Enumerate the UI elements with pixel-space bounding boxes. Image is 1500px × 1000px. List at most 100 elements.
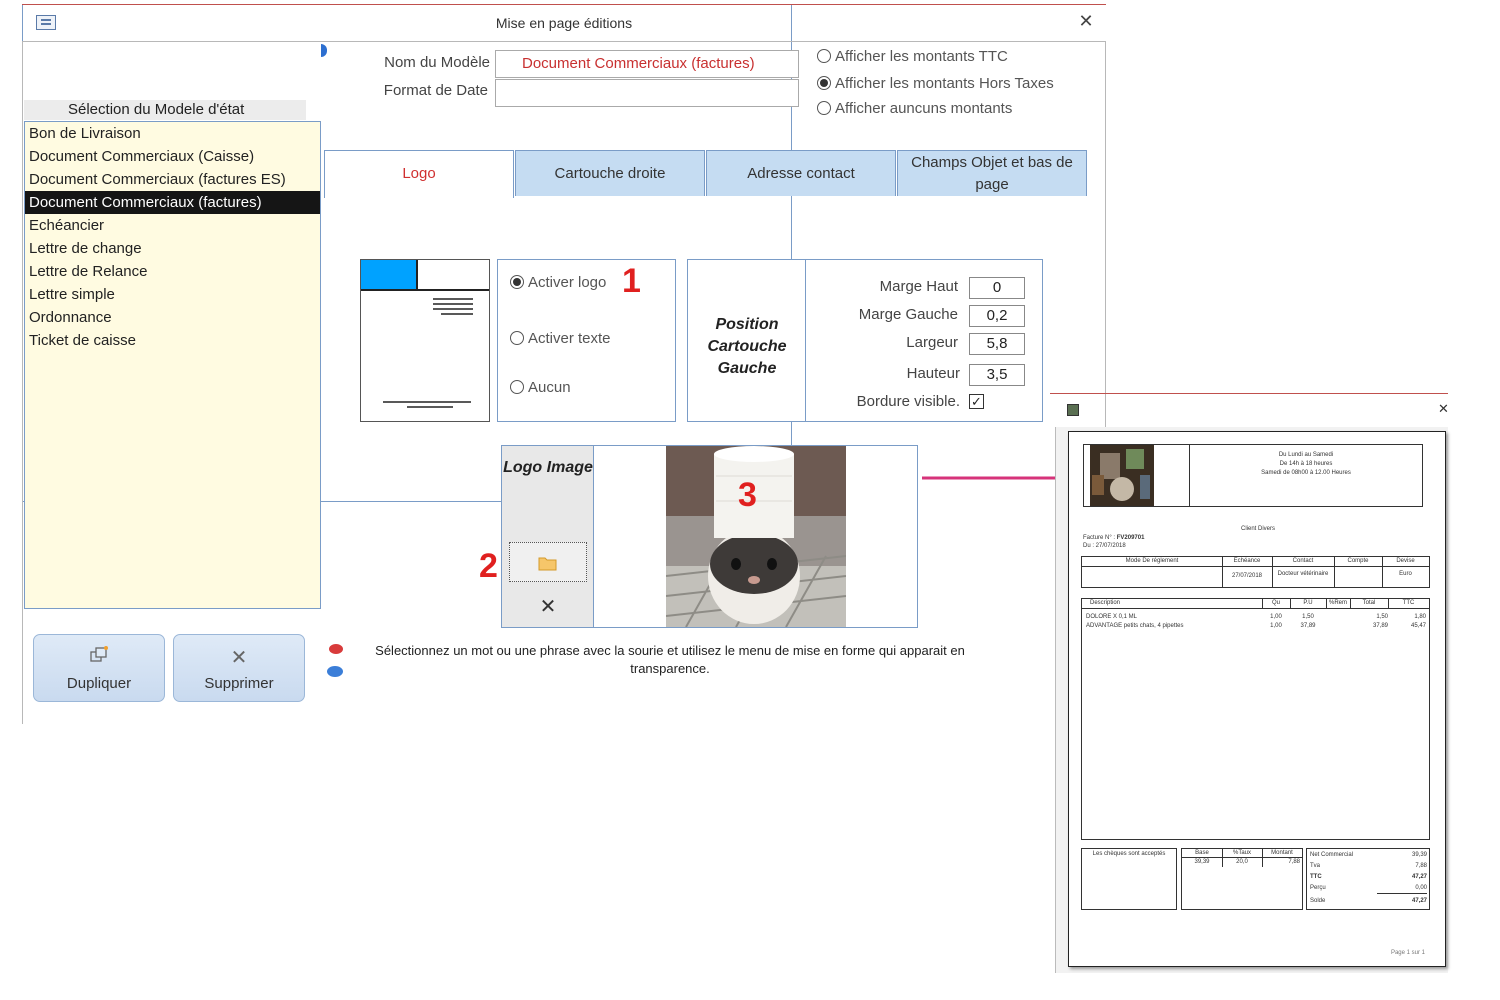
- list-item[interactable]: Lettre simple: [25, 283, 320, 306]
- option-none[interactable]: Aucun: [510, 379, 571, 396]
- tab-logo[interactable]: Logo: [324, 150, 514, 198]
- table-header: Description: [1090, 600, 1121, 606]
- list-item[interactable]: Lettre de Relance: [25, 260, 320, 283]
- radio-icon: [510, 380, 524, 394]
- rabbit-photo: [666, 446, 846, 627]
- tab-object-footer[interactable]: Champs Objet et bas de page: [897, 150, 1087, 196]
- table-cell: DOLORE X 0,1 ML: [1086, 614, 1138, 620]
- delete-button[interactable]: ✕ Supprimer: [173, 634, 305, 702]
- table-cell: 37,89: [1300, 623, 1316, 629]
- amount-option-ht[interactable]: Afficher les montants Hors Taxes: [817, 75, 1054, 92]
- list-item[interactable]: Echéancier: [25, 214, 320, 237]
- cheques-note: Les chèques sont acceptés: [1092, 851, 1166, 857]
- main-window: Mise en page éditions ✕ Sélection du Mod…: [22, 4, 1106, 724]
- amount-option-none[interactable]: Afficher auncuns montants: [817, 100, 1012, 117]
- list-item[interactable]: Ordonnance: [25, 306, 320, 329]
- table-header: Devise: [1396, 558, 1415, 564]
- comment-blue-icon: [327, 666, 343, 677]
- table-header: Mode De réglement: [1125, 558, 1179, 564]
- radio-checked-icon: [817, 76, 831, 90]
- list-item[interactable]: Document Commerciaux (factures ES): [25, 168, 320, 191]
- hours-line-2: De 14h à 18 heures: [1279, 461, 1333, 467]
- total-value: 39,39: [1411, 852, 1427, 858]
- total-value: 47,27: [1411, 874, 1427, 880]
- list-item[interactable]: Lettre de change: [25, 237, 320, 260]
- client-name: Client Divers: [1240, 526, 1275, 532]
- table-header: %Rem: [1328, 600, 1347, 606]
- clear-image-button[interactable]: ✕: [502, 594, 594, 619]
- preview-top-line: [1050, 393, 1448, 394]
- annotation-1: 1: [622, 262, 641, 300]
- page-footer: Page 1 sur 1: [1390, 950, 1425, 956]
- date-format-input[interactable]: [495, 79, 799, 107]
- margin-left-input[interactable]: 0,2: [969, 305, 1025, 327]
- logo-options-group: Activer logo Activer texte Aucun 1: [497, 259, 676, 422]
- vat-header: Base: [1195, 850, 1209, 856]
- border-visible-checkbox[interactable]: ✓: [969, 394, 984, 409]
- table-cell: 37,89: [1372, 623, 1388, 629]
- radio-icon: [510, 331, 524, 345]
- preview-close-button[interactable]: ✕: [1438, 401, 1449, 417]
- option-enable-logo[interactable]: Activer logo: [510, 274, 606, 291]
- list-item[interactable]: Ticket de caisse: [25, 329, 320, 352]
- list-item[interactable]: Document Commerciaux (Caisse): [25, 145, 320, 168]
- table-cell: 1,50: [1302, 614, 1314, 620]
- logo-image-label: Logo Image: [503, 459, 593, 476]
- model-name-input[interactable]: Document Commerciaux (factures): [495, 50, 799, 78]
- list-item[interactable]: Bon de Livraison: [25, 122, 320, 145]
- vat-cell: 20,0: [1236, 859, 1248, 865]
- table-cell: 45,47: [1410, 623, 1426, 629]
- tab-right-cartridge[interactable]: Cartouche droite: [515, 150, 705, 196]
- divider: [805, 260, 806, 421]
- table-header: Qu: [1271, 600, 1280, 606]
- print-preview-window: ✕ Du Lundi au Samedi De 14h à 18 heures …: [1050, 393, 1449, 973]
- margin-top-input[interactable]: 0: [969, 277, 1025, 299]
- amount-option-ttc[interactable]: Afficher les montants TTC: [817, 48, 1008, 65]
- hours-line-3: Samedi de 08h00 à 12.00 Heures: [1261, 470, 1351, 476]
- delete-label: Supprimer: [204, 675, 274, 692]
- total-value: 7,88: [1415, 863, 1427, 869]
- border-visible-label: Bordure visible.: [856, 393, 960, 410]
- logo-image-sidebar: Logo Image ✕: [502, 446, 594, 627]
- browse-button[interactable]: [509, 542, 587, 582]
- table-header: P.U: [1303, 600, 1313, 606]
- height-input[interactable]: 3,5: [969, 364, 1025, 386]
- model-list[interactable]: Bon de Livraison Document Commerciaux (C…: [24, 121, 321, 609]
- invoice-page: Du Lundi au Samedi De 14h à 18 heures Sa…: [1068, 431, 1446, 967]
- cheques-box: Les chèques sont acceptés: [1081, 848, 1177, 910]
- title-bar: Mise en page éditions ✕: [22, 5, 1106, 41]
- vat-header: %Taux: [1232, 850, 1251, 856]
- radio-checked-icon: [510, 275, 524, 289]
- duplicate-button[interactable]: Dupliquer: [33, 634, 165, 702]
- vat-header: Montant: [1271, 850, 1293, 856]
- vat-box: Base %Taux Montant 39,39 20,0 7,88: [1181, 848, 1303, 910]
- list-item-selected[interactable]: Document Commerciaux (factures): [25, 191, 320, 214]
- tab-contact-address[interactable]: Adresse contact: [706, 150, 896, 196]
- annotation-2: 2: [479, 547, 498, 585]
- total-label: TTC: [1310, 874, 1322, 880]
- items-table: Description Qu P.U %Rem Total TTC DOLORE…: [1081, 598, 1430, 840]
- annotation-3: 3: [738, 476, 757, 514]
- vat-cell: 39,39: [1194, 859, 1210, 865]
- table-cell: ADVANTAGE petits chats, 4 pipettes: [1086, 623, 1184, 629]
- position-title: Position Cartouche Gauche: [707, 316, 787, 377]
- window-title: Mise en page éditions: [495, 15, 633, 31]
- vat-cell: 7,88: [1288, 859, 1300, 865]
- width-input[interactable]: 5,8: [969, 333, 1025, 355]
- option-enable-text[interactable]: Activer texte: [510, 330, 611, 347]
- total-label: Solde: [1310, 898, 1326, 904]
- delete-icon: ✕: [230, 647, 248, 669]
- page-layout-icon: [361, 260, 489, 408]
- margin-left-label: Marge Gauche: [858, 306, 958, 323]
- invoice-logo: [1090, 445, 1154, 506]
- model-name-label: Nom du Modèle: [384, 54, 490, 71]
- logo-image: [666, 446, 846, 627]
- height-label: Hauteur: [906, 365, 960, 382]
- duplicate-label: Dupliquer: [66, 675, 132, 692]
- table-cell: 1,80: [1414, 614, 1426, 620]
- folder-icon: [538, 557, 557, 571]
- table-header: Compte: [1347, 558, 1369, 564]
- invoice-date: Du : 27/07/2018: [1083, 543, 1126, 549]
- table-cell: 1,00: [1270, 623, 1282, 629]
- close-button[interactable]: ✕: [1076, 11, 1096, 31]
